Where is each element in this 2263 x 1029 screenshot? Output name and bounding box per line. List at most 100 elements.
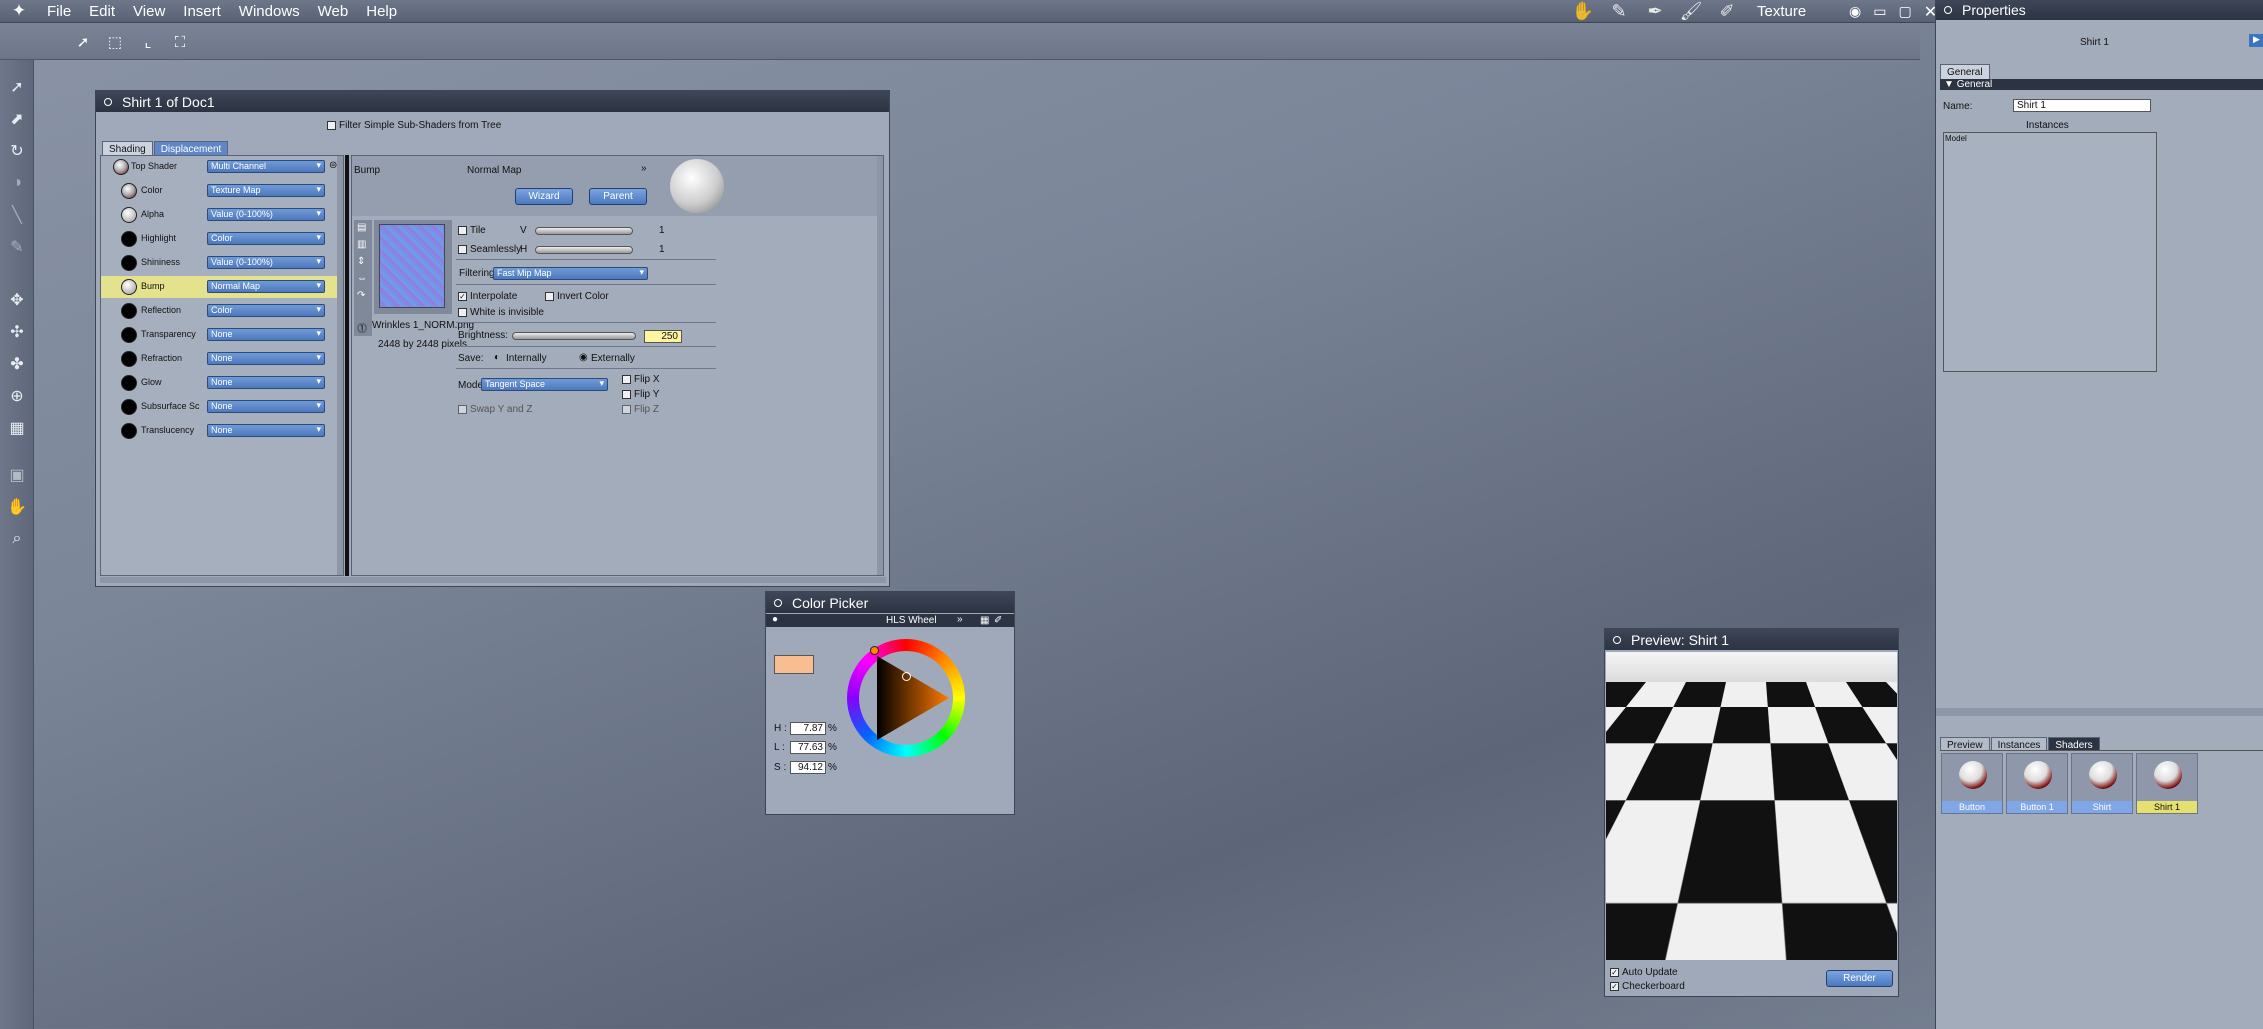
menu-help[interactable]: Help bbox=[357, 3, 406, 20]
color-picker-titlebar[interactable]: Color Picker bbox=[766, 592, 1014, 613]
camera-icon[interactable]: ▣ bbox=[6, 464, 28, 486]
paint-tool-icon[interactable]: ▦ bbox=[6, 417, 28, 439]
app-logo-icon[interactable]: ✦ bbox=[0, 0, 38, 23]
open-file-icon[interactable]: ▤ bbox=[357, 222, 366, 233]
room-hand-icon[interactable]: ✋ bbox=[1565, 1, 1601, 22]
checkerboard-checkbox[interactable]: ✓ bbox=[1610, 982, 1619, 991]
flip-vertical-icon[interactable]: ⇕ bbox=[357, 256, 365, 267]
info-icon[interactable]: ⓵ bbox=[357, 320, 367, 335]
brightness-input[interactable]: 250 bbox=[644, 330, 682, 343]
channel-row[interactable]: Translucency None bbox=[101, 420, 337, 442]
flip-x-checkbox[interactable] bbox=[622, 375, 631, 384]
shader-thumbnail[interactable]: Shirt 1 bbox=[2136, 753, 2198, 814]
move-tool-icon[interactable]: ✥ bbox=[6, 289, 28, 311]
swap-yz-checkbox[interactable] bbox=[458, 405, 467, 414]
mode-dropdown[interactable]: Tangent Space bbox=[481, 378, 608, 391]
picker-mode-toggle-icon[interactable]: » bbox=[957, 614, 963, 625]
channel-type-dropdown[interactable]: None bbox=[207, 376, 325, 389]
channel-type-dropdown[interactable]: None bbox=[207, 400, 325, 413]
brightness-slider[interactable] bbox=[512, 332, 636, 340]
detail-collapse-icon[interactable]: » bbox=[641, 163, 647, 174]
channel-row[interactable]: Alpha Value (0-100%) bbox=[101, 204, 337, 226]
auto-update-checkbox[interactable]: ✓ bbox=[1610, 968, 1619, 977]
zoom-icon[interactable]: ⌕ bbox=[6, 528, 28, 550]
scale-corner-icon[interactable]: ⌞ bbox=[137, 31, 159, 53]
h-tile-slider[interactable] bbox=[535, 246, 633, 254]
room-edit-icon[interactable]: ✐ bbox=[1709, 1, 1745, 22]
tree-scrollbar[interactable] bbox=[337, 156, 343, 575]
transform-box-icon[interactable]: ⬚ bbox=[104, 31, 126, 53]
select-arrow-icon[interactable]: ➚ bbox=[72, 31, 94, 53]
flip-y-checkbox[interactable] bbox=[622, 390, 631, 399]
channel-row[interactable]: Refraction None bbox=[101, 348, 337, 370]
channel-row[interactable]: Color Texture Map bbox=[101, 180, 337, 202]
channel-row[interactable]: Highlight Color bbox=[101, 228, 337, 250]
filtering-dropdown[interactable]: Fast Mip Map bbox=[493, 267, 648, 280]
section-toggle-icon[interactable]: ▼ bbox=[1944, 79, 1957, 90]
save-file-icon[interactable]: ▥ bbox=[357, 239, 366, 250]
invert-color-checkbox[interactable] bbox=[545, 292, 554, 301]
channel-type-dropdown[interactable]: Value (0-100%) bbox=[207, 208, 325, 221]
trackball-tool-icon[interactable]: ⊕ bbox=[6, 385, 28, 407]
hue-marker[interactable] bbox=[870, 646, 879, 655]
tile-checkbox[interactable] bbox=[458, 226, 467, 235]
channel-row[interactable]: Transparency None bbox=[101, 324, 337, 346]
v-value[interactable]: 1 bbox=[659, 225, 665, 236]
menu-file[interactable]: File bbox=[38, 3, 80, 20]
triangle-marker[interactable] bbox=[902, 672, 911, 681]
s-input[interactable]: 94.12 bbox=[790, 761, 826, 774]
pen-tool-icon[interactable]: ✎ bbox=[6, 236, 28, 258]
interpolate-checkbox[interactable]: ✓ bbox=[458, 292, 467, 301]
channel-row[interactable]: Top ShaderMulti Channel⊜ bbox=[101, 156, 337, 178]
channel-type-dropdown[interactable]: Normal Map bbox=[207, 280, 325, 293]
l-input[interactable]: 77.63 bbox=[790, 741, 826, 754]
horizontal-scrollbar[interactable] bbox=[100, 577, 886, 583]
white-invisible-checkbox[interactable] bbox=[458, 308, 467, 317]
channel-type-dropdown[interactable]: Color bbox=[207, 304, 325, 317]
tab-general[interactable]: General bbox=[1940, 64, 1990, 80]
arrow-tool-icon[interactable]: ➚ bbox=[6, 76, 28, 98]
normal-map-thumbnail[interactable] bbox=[379, 224, 445, 308]
menu-view[interactable]: View bbox=[124, 3, 174, 20]
channel-row[interactable]: Shininess Value (0-100%) bbox=[101, 252, 337, 274]
general-section-header[interactable]: ▼ General bbox=[1940, 79, 2263, 90]
detail-scrollbar[interactable] bbox=[877, 156, 883, 575]
panel-splitter[interactable] bbox=[1936, 708, 2263, 716]
visibility-icon[interactable]: ◉ bbox=[1849, 3, 1861, 20]
panel-menu-icon[interactable]: ▶ bbox=[2249, 34, 2263, 47]
minimize-icon[interactable]: ▭ bbox=[1873, 3, 1886, 20]
flip-z-checkbox[interactable] bbox=[622, 405, 631, 414]
orbit-tool-icon[interactable]: ✤ bbox=[6, 353, 28, 375]
sphere-tool-icon[interactable]: ◑ bbox=[6, 172, 28, 194]
picker-mode-label[interactable]: HLS Wheel bbox=[886, 615, 937, 626]
shader-window-titlebar[interactable]: Shirt 1 of Doc1 bbox=[96, 91, 889, 112]
rotate-map-icon[interactable]: ↷ bbox=[357, 290, 365, 301]
channel-type-dropdown[interactable]: Color bbox=[207, 232, 325, 245]
flip-horizontal-icon[interactable]: ⇔ bbox=[357, 273, 367, 284]
preview-titlebar[interactable]: Preview: Shirt 1 bbox=[1605, 629, 1898, 650]
channel-type-dropdown[interactable]: Value (0-100%) bbox=[207, 256, 325, 269]
channel-type-dropdown[interactable]: None bbox=[207, 328, 325, 341]
properties-titlebar[interactable]: Properties bbox=[1936, 0, 2263, 20]
h-value[interactable]: 1 bbox=[659, 244, 665, 255]
v-tile-slider[interactable] bbox=[535, 227, 633, 235]
room-texture-brush-icon[interactable]: 🖌 bbox=[1673, 1, 1709, 22]
direct-select-icon[interactable]: ⬈ bbox=[6, 108, 28, 130]
window-close-dot-icon[interactable] bbox=[104, 97, 112, 106]
menu-web[interactable]: Web bbox=[309, 3, 358, 20]
menu-edit[interactable]: Edit bbox=[80, 3, 124, 20]
room-pen-icon[interactable]: ✒ bbox=[1637, 1, 1673, 22]
hand-pan-icon[interactable]: ✋ bbox=[6, 496, 28, 518]
menu-windows[interactable]: Windows bbox=[230, 3, 309, 20]
menu-insert[interactable]: Insert bbox=[174, 3, 230, 20]
picker-eyedropper-icon[interactable]: ✐ bbox=[994, 615, 1002, 626]
knife-tool-icon[interactable]: ╲ bbox=[6, 204, 28, 226]
channel-type-dropdown[interactable]: None bbox=[207, 424, 325, 437]
channel-type-dropdown[interactable]: Multi Channel bbox=[207, 160, 325, 173]
panel-dot-icon[interactable] bbox=[1944, 6, 1952, 14]
rotate-tool-icon[interactable]: ↻ bbox=[6, 140, 28, 162]
shader-thumbnail[interactable]: Button 1 bbox=[2006, 753, 2068, 814]
channel-row[interactable]: Bump Normal Map bbox=[101, 276, 337, 298]
render-button[interactable]: Render bbox=[1826, 970, 1893, 987]
h-input[interactable]: 7.87 bbox=[790, 722, 826, 735]
